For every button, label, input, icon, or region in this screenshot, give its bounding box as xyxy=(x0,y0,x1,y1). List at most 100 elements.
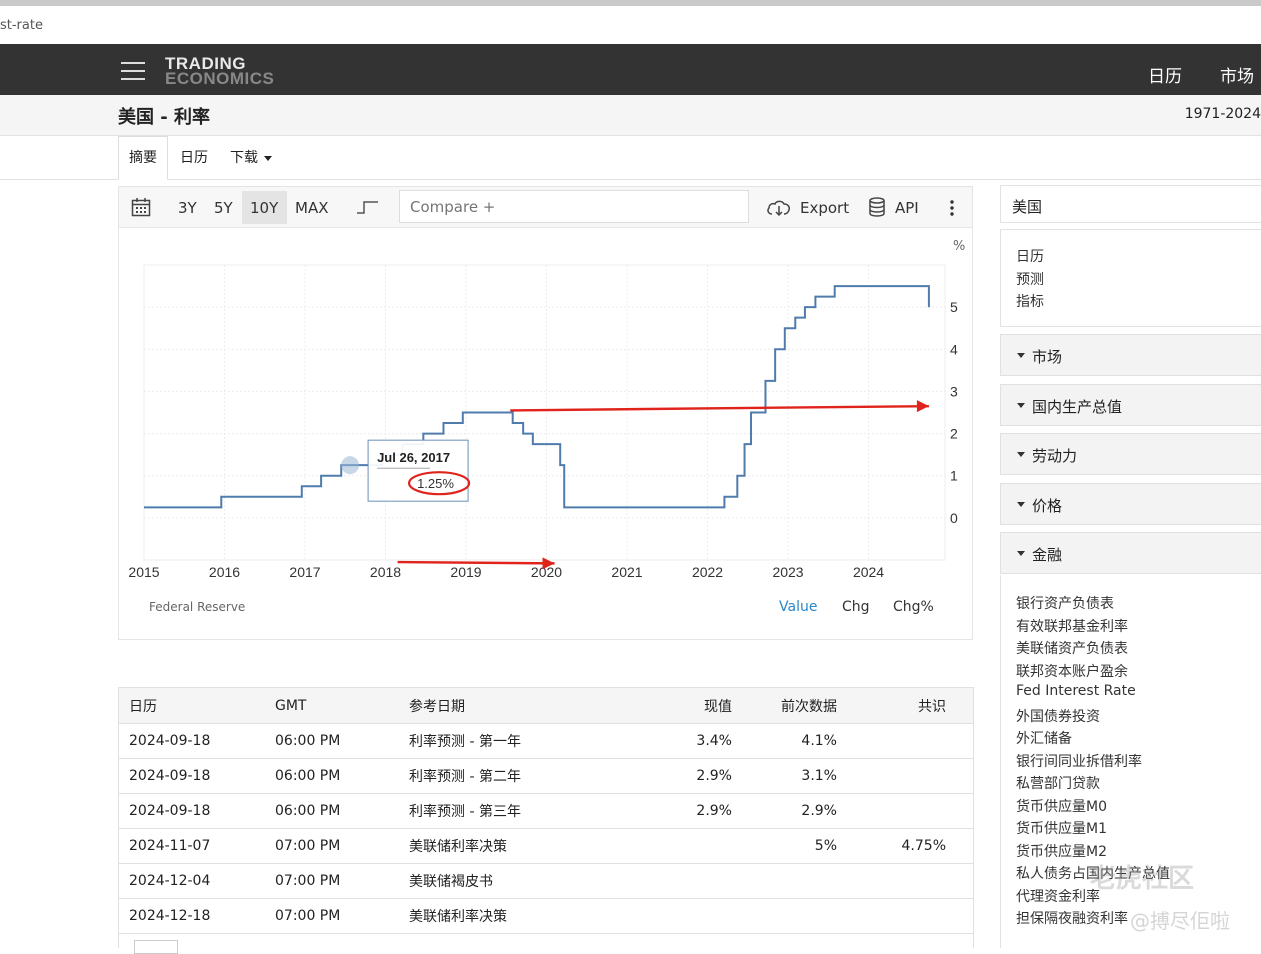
caret-down-icon xyxy=(1017,353,1025,358)
range-max-button[interactable]: MAX xyxy=(295,199,328,217)
cell-event[interactable]: 利率预测 - 第二年 xyxy=(409,758,614,794)
x-tick-label: 2018 xyxy=(370,564,401,580)
finance-item[interactable]: 银行间同业拆借利率 xyxy=(1016,751,1142,771)
table-row[interactable]: 2024-09-18 06:00 PM 利率预测 - 第三年 2.9% 2.9% xyxy=(118,793,974,829)
finance-item[interactable]: 外国债券投资 xyxy=(1016,706,1100,726)
site-logo[interactable]: TRADING ECONOMICS xyxy=(165,55,274,87)
series-line-interest-rate[interactable] xyxy=(144,285,930,509)
chart-grid xyxy=(143,264,946,561)
cell-date: 2024-09-18 xyxy=(118,723,275,759)
x-axis-ticks: 2015 2016 2017 2018 2019 2020 2021 2022 2023 2024 xyxy=(128,564,884,580)
col-header-calendar[interactable]: 日历 xyxy=(118,687,275,724)
chart-tooltip: Jul 26, 2017 1.25% xyxy=(367,439,471,502)
sidebar-link-calendar[interactable]: 日历 xyxy=(1016,246,1044,266)
cell-time: 06:00 PM xyxy=(275,723,409,759)
finance-item[interactable]: 联邦资本账户盈余 xyxy=(1016,661,1128,681)
x-tick-label: 2023 xyxy=(772,564,803,580)
range-3y-button[interactable]: 3Y xyxy=(178,199,197,217)
legend-value-button[interactable]: Value xyxy=(779,599,817,615)
table-pager-box[interactable] xyxy=(134,940,178,954)
sidebar-section-gdp-label: 国内生产总值 xyxy=(1032,398,1123,416)
nav-markets[interactable]: 市场 xyxy=(1220,62,1254,87)
col-header-previous[interactable]: 前次数据 xyxy=(732,687,837,724)
cell-consensus: 4.75% xyxy=(837,828,974,864)
caret-down-icon xyxy=(1017,551,1025,556)
col-header-consensus[interactable]: 共识 xyxy=(837,687,974,724)
cell-time: 07:00 PM xyxy=(275,863,409,899)
interest-rate-chart[interactable]: 2015 2016 2017 2018 2019 2020 2021 2022 2023 2024… xyxy=(118,230,973,590)
cell-time: 07:00 PM xyxy=(275,828,409,864)
x-tick-label: 2022 xyxy=(692,564,723,580)
table-row[interactable]: 2024-12-18 07:00 PM 美联储利率决策 xyxy=(118,898,974,934)
cell-consensus xyxy=(837,863,974,899)
col-header-gmt[interactable]: GMT xyxy=(275,687,409,724)
table-row[interactable]: 2024-09-18 06:00 PM 利率预测 - 第二年 2.9% 3.1% xyxy=(118,758,974,794)
cell-consensus xyxy=(837,793,974,829)
cell-date: 2024-09-18 xyxy=(118,793,275,829)
finance-item[interactable]: 货币供应量M1 xyxy=(1016,818,1107,838)
finance-item[interactable]: 私营部门贷款 xyxy=(1016,773,1100,793)
col-header-reference[interactable]: 参考日期 xyxy=(409,687,614,724)
cell-event[interactable]: 美联储利率决策 xyxy=(409,898,614,934)
sidebar-country[interactable]: 美国 xyxy=(1012,196,1042,217)
finance-item[interactable]: 货币供应量M0 xyxy=(1016,796,1107,816)
legend-chg-button[interactable]: Chg xyxy=(842,599,870,615)
calendar-table: 日历 GMT 参考日期 现值 前次数据 共识 2024-09-18 06:00 … xyxy=(118,687,974,934)
red-arrow-shaft xyxy=(510,404,929,412)
cell-consensus xyxy=(837,758,974,794)
finance-item[interactable]: 代理资金利率 xyxy=(1016,886,1100,906)
cell-previous: 5% xyxy=(732,828,837,864)
table-row[interactable]: 2024-12-04 07:00 PM 美联储褐皮书 xyxy=(118,863,974,899)
tab-calendar[interactable]: 日历 xyxy=(180,147,208,167)
tab-download-label: 下载 xyxy=(230,150,258,166)
table-row[interactable]: 2024-11-07 07:00 PM 美联储利率决策 5% 4.75% xyxy=(118,828,974,864)
calendar-icon[interactable] xyxy=(131,197,151,217)
cell-event[interactable]: 美联储褐皮书 xyxy=(409,863,614,899)
page-title: 美国 - 利率 xyxy=(118,107,211,128)
x-tick-label: 2021 xyxy=(611,564,642,580)
cell-event[interactable]: 利率预测 - 第一年 xyxy=(409,723,614,759)
tab-summary[interactable]: 摘要 xyxy=(129,147,157,167)
caret-down-icon xyxy=(1017,502,1025,507)
cell-date: 2024-11-07 xyxy=(118,828,275,864)
sidebar-section-money-label: 金融 xyxy=(1032,546,1063,564)
finance-item[interactable]: 有效联邦基金利率 xyxy=(1016,616,1128,636)
sidebar-link-indicators[interactable]: 指标 xyxy=(1016,291,1044,311)
finance-item[interactable]: 银行资产负债表 xyxy=(1016,593,1114,613)
sidebar-link-forecast[interactable]: 预测 xyxy=(1016,269,1044,289)
hover-point-marker xyxy=(341,456,360,475)
compare-input[interactable] xyxy=(399,190,749,223)
browser-url-bar[interactable] xyxy=(0,0,1261,44)
nav-calendar[interactable]: 日历 xyxy=(1148,62,1182,87)
y-tick-label: 5 xyxy=(950,299,958,315)
col-header-actual[interactable]: 现值 xyxy=(614,687,732,724)
finance-item[interactable]: Fed Interest Rate xyxy=(1016,683,1136,699)
cell-previous xyxy=(732,898,837,934)
more-vertical-icon[interactable] xyxy=(948,199,956,217)
finance-item[interactable]: 美联储资产负债表 xyxy=(1016,638,1128,658)
chart-source[interactable]: Federal Reserve xyxy=(149,600,245,614)
step-chart-icon[interactable] xyxy=(356,199,380,215)
x-tick-label: 2015 xyxy=(128,564,159,580)
export-button[interactable]: Export xyxy=(800,199,849,217)
range-5y-button[interactable]: 5Y xyxy=(214,199,233,217)
range-10y-button[interactable]: 10Y xyxy=(250,199,278,217)
tab-download[interactable]: 下载 xyxy=(230,147,272,167)
cloud-download-icon[interactable] xyxy=(766,198,792,218)
cell-event[interactable]: 美联储利率决策 xyxy=(409,828,614,864)
caret-down-icon xyxy=(1017,452,1025,457)
cell-previous xyxy=(732,863,837,899)
finance-item[interactable]: 担保隔夜融资利率 xyxy=(1016,908,1128,928)
table-row[interactable]: 2024-09-18 06:00 PM 利率预测 - 第一年 3.4% 4.1% xyxy=(118,723,974,759)
api-button[interactable]: API xyxy=(895,199,919,217)
database-icon[interactable] xyxy=(868,197,886,217)
cell-event[interactable]: 利率预测 - 第三年 xyxy=(409,793,614,829)
cell-actual xyxy=(614,828,732,864)
cell-date: 2024-09-18 xyxy=(118,758,275,794)
red-arrow-annotations xyxy=(397,400,929,570)
y-axis-ticks: 0 1 2 3 4 5 xyxy=(950,299,958,526)
plot-area-frame xyxy=(143,264,946,561)
finance-item[interactable]: 外汇储备 xyxy=(1016,728,1072,748)
menu-icon[interactable] xyxy=(121,62,145,80)
legend-chg-pct-button[interactable]: Chg% xyxy=(893,599,934,615)
